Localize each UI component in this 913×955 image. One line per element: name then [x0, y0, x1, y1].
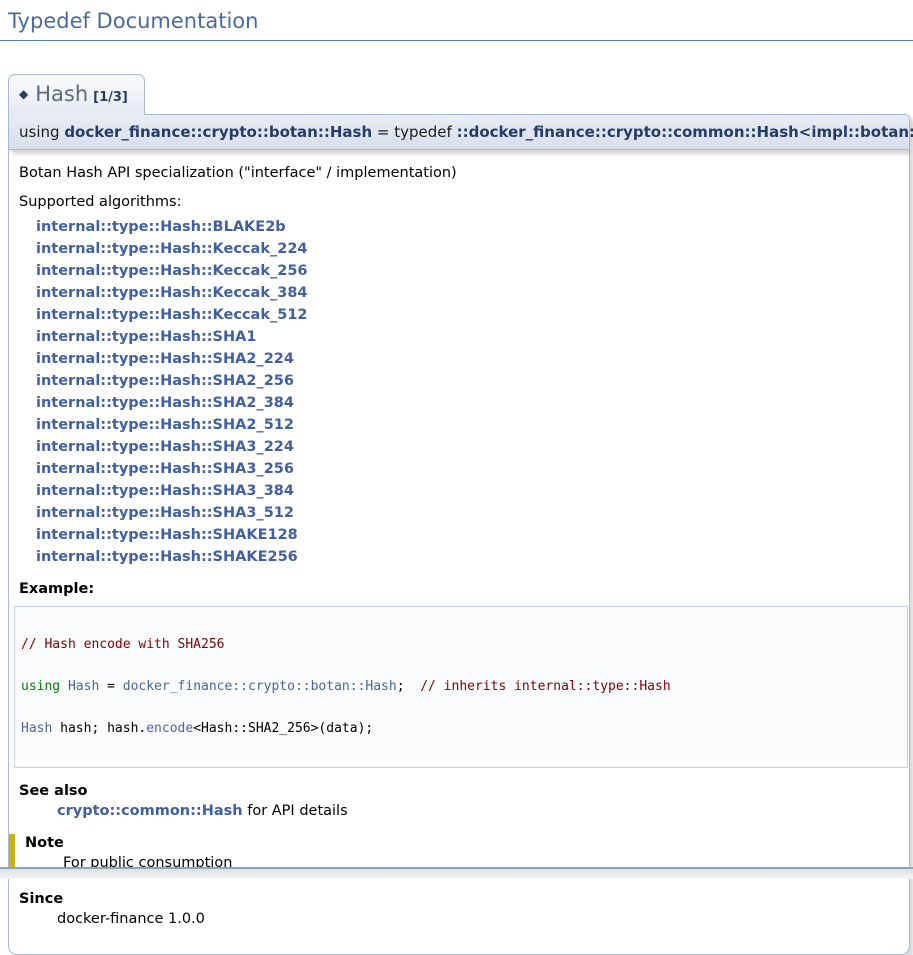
- supported-algorithms-block: Supported algorithms: internal::type::Ha…: [19, 194, 899, 568]
- code-line-3: Hash hash; hash.encode<Hash::SHA2_256>(d…: [21, 722, 901, 736]
- algorithm-link-sha1[interactable]: internal::type::Hash::SHA1: [36, 329, 256, 345]
- see-also-link-common-hash[interactable]: crypto::common::Hash: [57, 803, 243, 819]
- code-link-hash-alias[interactable]: Hash: [68, 679, 99, 694]
- algorithm-link-sha3-384[interactable]: internal::type::Hash::SHA3_384: [36, 483, 294, 499]
- algorithm-line: internal::type::Hash::SHA3_256: [36, 458, 899, 480]
- algorithm-link-blake2b[interactable]: internal::type::Hash::BLAKE2b: [36, 219, 286, 235]
- see-also-label: See also: [19, 783, 899, 799]
- code-plain: <Hash::SHA2_256>(data);: [193, 721, 373, 736]
- see-also-suffix: for API details: [243, 803, 348, 819]
- note-label: Note: [25, 835, 899, 851]
- algorithm-link-sha3-224[interactable]: internal::type::Hash::SHA3_224: [36, 439, 294, 455]
- member-documentation: Botan Hash API specialization ("interfac…: [8, 150, 910, 955]
- supported-algorithms-label: Supported algorithms:: [19, 194, 899, 210]
- code-plain: =: [99, 679, 122, 694]
- code-line-1: // Hash encode with SHA256: [21, 638, 901, 652]
- code-comment: // Hash encode with SHA256: [21, 637, 225, 652]
- algorithm-link-keccak-512[interactable]: internal::type::Hash::Keccak_512: [36, 307, 308, 323]
- typedef-member-hash: ◆Hash[1/3] using docker_finance::crypto:…: [8, 74, 910, 955]
- code-comment: // inherits internal::type::Hash: [420, 679, 670, 694]
- algorithm-line: internal::type::Hash::SHA3_384: [36, 480, 899, 502]
- code-keyword-using: using: [21, 679, 68, 694]
- algorithm-line: internal::type::Hash::SHA2_224: [36, 348, 899, 370]
- algorithm-line: internal::type::Hash::Keccak_256: [36, 260, 899, 282]
- algorithm-line: internal::type::Hash::SHAKE256: [36, 546, 899, 568]
- algorithm-line: internal::type::Hash::BLAKE2b: [36, 216, 899, 238]
- example-label: Example:: [19, 581, 899, 597]
- description-text: Botan Hash API specialization ("interfac…: [19, 165, 899, 181]
- member-tab-row: ◆ Hash [1/3]: [8, 74, 910, 114]
- member-tab-name: Hash: [35, 82, 88, 106]
- algorithm-link-sha2-384[interactable]: internal::type::Hash::SHA2_384: [36, 395, 294, 411]
- see-also-section: See also crypto::common::Hash for API de…: [19, 783, 899, 819]
- algorithm-line: internal::type::Hash::SHA2_512: [36, 414, 899, 436]
- proto-target-type: ::docker_finance::crypto::common::Hash<i…: [457, 123, 913, 141]
- member-tab-counter: [1/3]: [93, 90, 128, 105]
- section-divider: [0, 867, 913, 879]
- algorithm-line: internal::type::Hash::SHA2_256: [36, 370, 899, 392]
- algorithm-line: internal::type::Hash::Keccak_224: [36, 238, 899, 260]
- algorithm-line: internal::type::Hash::Keccak_512: [36, 304, 899, 326]
- see-also-content: crypto::common::Hash for API details: [57, 803, 899, 819]
- proto-typedef-name: docker_finance::crypto::botan::Hash: [64, 123, 372, 141]
- member-prototype: using docker_finance::crypto::botan::Has…: [8, 114, 910, 150]
- page-title: Typedef Documentation: [0, 6, 913, 41]
- algorithm-line: internal::type::Hash::SHA1: [36, 326, 899, 348]
- algorithm-line: internal::type::Hash::SHA3_512: [36, 502, 899, 524]
- since-text: docker-finance 1.0.0: [57, 911, 899, 927]
- since-label: Since: [19, 891, 899, 907]
- algorithm-link-sha2-512[interactable]: internal::type::Hash::SHA2_512: [36, 417, 294, 433]
- proto-using-keyword: using: [19, 123, 60, 141]
- since-section: Since docker-finance 1.0.0: [19, 891, 899, 927]
- algorithm-link-keccak-256[interactable]: internal::type::Hash::Keccak_256: [36, 263, 308, 279]
- algorithm-link-sha3-256[interactable]: internal::type::Hash::SHA3_256: [36, 461, 294, 477]
- code-link-hash-type[interactable]: Hash: [21, 721, 52, 736]
- anchor-diamond-icon[interactable]: ◆: [19, 87, 28, 101]
- algorithm-line: internal::type::Hash::SHA2_384: [36, 392, 899, 414]
- algorithm-line: internal::type::Hash::Keccak_384: [36, 282, 899, 304]
- algorithm-link-shake128[interactable]: internal::type::Hash::SHAKE128: [36, 527, 298, 543]
- algorithm-link-sha2-224[interactable]: internal::type::Hash::SHA2_224: [36, 351, 294, 367]
- code-line-2: using Hash = docker_finance::crypto::bot…: [21, 680, 901, 694]
- algorithm-link-keccak-224[interactable]: internal::type::Hash::Keccak_224: [36, 241, 308, 257]
- code-link-encode[interactable]: encode: [146, 721, 193, 736]
- member-tab: ◆ Hash [1/3]: [8, 74, 145, 115]
- code-link-botan-hash[interactable]: docker_finance::crypto::botan::Hash: [123, 679, 397, 694]
- code-example: // Hash encode with SHA256 using Hash = …: [14, 606, 908, 768]
- algorithm-link-sha2-256[interactable]: internal::type::Hash::SHA2_256: [36, 373, 294, 389]
- proto-equals-typedef: = typedef: [377, 123, 452, 141]
- algorithm-link-shake256[interactable]: internal::type::Hash::SHAKE256: [36, 549, 298, 565]
- algorithm-line: internal::type::Hash::SHAKE128: [36, 524, 899, 546]
- algorithm-link-sha3-512[interactable]: internal::type::Hash::SHA3_512: [36, 505, 294, 521]
- code-plain: hash; hash.: [52, 721, 146, 736]
- algorithm-link-keccak-384[interactable]: internal::type::Hash::Keccak_384: [36, 285, 308, 301]
- code-plain: ;: [397, 679, 420, 694]
- algorithm-line: internal::type::Hash::SHA3_224: [36, 436, 899, 458]
